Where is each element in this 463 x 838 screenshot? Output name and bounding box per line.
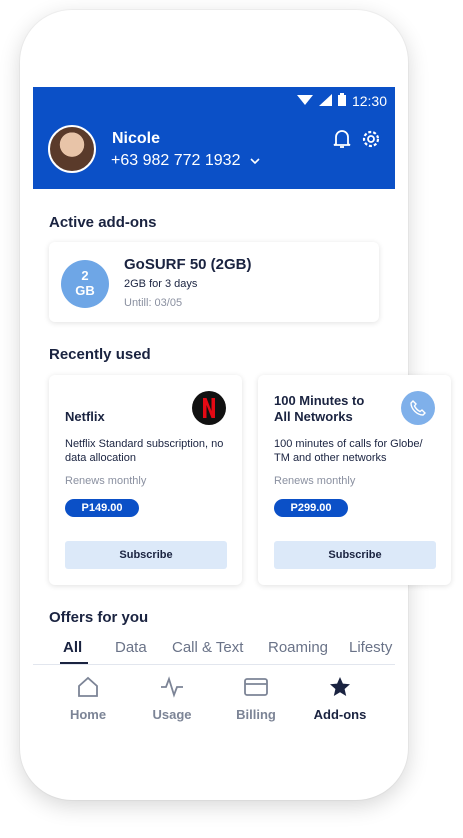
status-time: 12:30 <box>351 93 387 109</box>
card-desc: 100 minutes of calls for Globe/ TM and o… <box>274 438 423 464</box>
tab-all[interactable]: All <box>63 639 82 656</box>
addon-desc: 2GB for 3 days <box>124 278 198 290</box>
wifi-icon <box>296 93 313 109</box>
signal-icon <box>318 93 332 109</box>
star-icon <box>329 676 351 701</box>
data-badge: 2 GB <box>61 260 109 308</box>
avatar[interactable] <box>48 125 96 173</box>
profile-header: 12:30 Nicole +63 982 772 1932 <box>33 87 395 189</box>
status-bar: 12:30 <box>296 93 387 109</box>
subscribe-button[interactable]: Subscribe <box>274 541 436 569</box>
card-title-line: All Networks <box>274 409 353 424</box>
tab-data[interactable]: Data <box>115 639 147 656</box>
offers-title: Offers for you <box>49 609 149 626</box>
nav-label: Add-ons <box>313 707 367 722</box>
battery-icon <box>337 93 346 109</box>
recent-card-minutes[interactable]: 100 Minutes to All Networks 100 minutes … <box>258 375 451 585</box>
home-icon <box>77 676 99 701</box>
active-addons-title: Active add-ons <box>49 214 157 231</box>
activity-icon <box>160 676 184 701</box>
recently-used-title: Recently used <box>49 346 151 363</box>
profile-name: Nicole <box>112 130 161 147</box>
chevron-down-icon <box>250 152 261 170</box>
gear-icon[interactable] <box>361 129 381 154</box>
nav-label: Usage <box>152 707 192 722</box>
profile-phone: +63 982 772 1932 <box>111 152 241 169</box>
card-title: 100 Minutes to All Networks <box>274 393 364 425</box>
tabs-divider <box>33 664 395 665</box>
tab-call-text[interactable]: Call & Text <box>172 639 243 656</box>
credit-card-icon <box>244 676 268 701</box>
card-title-line: Netflix <box>65 409 105 424</box>
nav-label: Home <box>69 707 107 722</box>
recent-card-netflix[interactable]: Netflix Netflix Standard subscription, n… <box>49 375 242 585</box>
card-renew: Renews monthly <box>65 475 147 487</box>
card-title-line: 100 Minutes to <box>274 393 365 408</box>
bottom-nav: Home Usage Billing Add-ons <box>33 668 395 738</box>
price-badge: P149.00 <box>65 499 139 517</box>
active-addon-card[interactable]: 2 GB GoSURF 50 (2GB) 2GB for 3 days Unti… <box>49 242 379 322</box>
netflix-logo-icon <box>192 391 226 425</box>
bell-icon[interactable] <box>333 129 351 154</box>
card-desc: Netflix Standard subscription, no data a… <box>65 438 224 464</box>
price-badge: P299.00 <box>274 499 348 517</box>
account-switcher[interactable]: +63 982 772 1932 <box>111 152 261 170</box>
tab-lifestyle[interactable]: Lifesty <box>349 639 392 656</box>
app-screen: 12:30 Nicole +63 982 772 1932 Active add… <box>33 87 451 683</box>
nav-billing[interactable]: Billing <box>221 676 291 722</box>
header-actions <box>333 129 381 154</box>
tab-roaming[interactable]: Roaming <box>268 639 328 656</box>
badge-unit: GB <box>75 283 95 298</box>
card-renew: Renews monthly <box>274 475 356 487</box>
nav-label: Billing <box>236 707 276 722</box>
addon-name: GoSURF 50 (2GB) <box>124 256 252 273</box>
phone-icon <box>401 391 435 425</box>
card-title: Netflix <box>65 409 105 425</box>
nav-home[interactable]: Home <box>53 676 123 722</box>
subscribe-button[interactable]: Subscribe <box>65 541 227 569</box>
nav-add-ons[interactable]: Add-ons <box>305 676 375 722</box>
badge-amount: 2 <box>81 268 89 284</box>
nav-usage[interactable]: Usage <box>137 676 207 722</box>
addon-until: Untill: 03/05 <box>124 297 183 309</box>
